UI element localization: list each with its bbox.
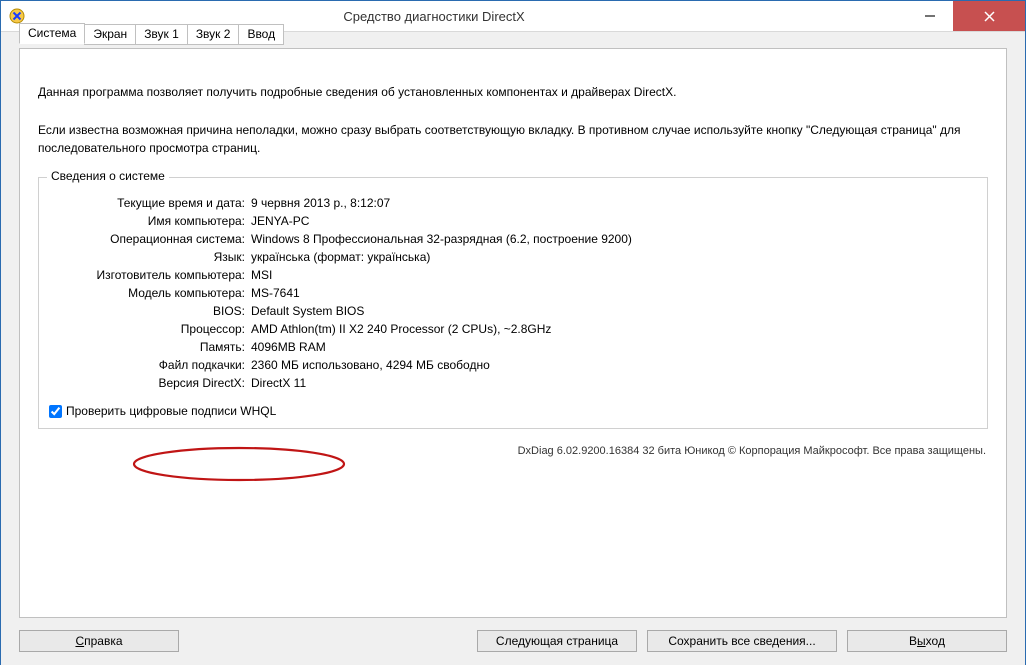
value-pagefile: 2360 МБ использовано, 4294 МБ свободно — [251, 358, 977, 372]
label-computer: Имя компьютера: — [49, 214, 251, 228]
tab-strip: Система Экран Звук 1 Звук 2 Ввод — [19, 23, 283, 44]
label-cpu: Процессор: — [49, 322, 251, 336]
value-bios: Default System BIOS — [251, 304, 977, 318]
label-dxver: Версия DirectX: — [49, 376, 251, 390]
row-dxver: Версия DirectX: DirectX 11 — [49, 376, 977, 390]
tab-system[interactable]: Система — [19, 23, 85, 44]
row-model: Модель компьютера: MS-7641 — [49, 286, 977, 300]
intro-line2: Если известна возможная причина неполадк… — [38, 121, 988, 157]
row-mem: Память: 4096MB RAM — [49, 340, 977, 354]
value-computer: JENYA-PC — [251, 214, 977, 228]
app-icon — [9, 8, 25, 24]
exit-button[interactable]: Выход — [847, 630, 1007, 652]
intro-line1: Данная программа позволяет получить подр… — [38, 83, 988, 101]
row-bios: BIOS: Default System BIOS — [49, 304, 977, 318]
row-computer: Имя компьютера: JENYA-PC — [49, 214, 977, 228]
help-button-rest: правка — [84, 634, 122, 648]
next-page-button[interactable]: Следующая страница — [477, 630, 637, 652]
intro-text: Данная программа позволяет получить подр… — [38, 83, 988, 157]
label-datetime: Текущие время и дата: — [49, 196, 251, 210]
tab-display[interactable]: Экран — [84, 24, 136, 45]
tab-sound1[interactable]: Звук 1 — [135, 24, 188, 45]
label-model: Модель компьютера: — [49, 286, 251, 300]
row-lang: Язык: українська (формат: українська) — [49, 250, 977, 264]
value-manuf: MSI — [251, 268, 977, 282]
row-cpu: Процессор: AMD Athlon(tm) II X2 240 Proc… — [49, 322, 977, 336]
value-model: MS-7641 — [251, 286, 977, 300]
label-os: Операционная система: — [49, 232, 251, 246]
window-title: Средство диагностики DirectX — [31, 9, 907, 24]
tab-content: Данная программа позволяет получить подр… — [38, 83, 988, 457]
value-cpu: AMD Athlon(tm) II X2 240 Processor (2 CP… — [251, 322, 977, 336]
dxdiag-window: Средство диагностики DirectX Система Экр… — [0, 0, 1026, 665]
value-lang: українська (формат: українська) — [251, 250, 977, 264]
value-dxver: DirectX 11 — [251, 376, 977, 390]
minimize-button[interactable] — [907, 1, 953, 31]
tab-panel: Данная программа позволяет получить подр… — [19, 48, 1007, 618]
label-lang: Язык: — [49, 250, 251, 264]
group-title: Сведения о системе — [47, 169, 169, 183]
label-pagefile: Файл подкачки: — [49, 358, 251, 372]
label-bios: BIOS: — [49, 304, 251, 318]
whql-check-label: Проверить цифровые подписи WHQL — [66, 404, 276, 418]
client-area: Система Экран Звук 1 Звук 2 Ввод Данная … — [1, 32, 1025, 665]
row-manuf: Изготовитель компьютера: MSI — [49, 268, 977, 282]
system-info-group: Сведения о системе Текущие время и дата:… — [38, 177, 988, 429]
close-button[interactable] — [953, 1, 1025, 31]
button-bar: Справка Следующая страница Сохранить все… — [19, 630, 1007, 652]
tab-input[interactable]: Ввод — [238, 24, 284, 45]
value-datetime: 9 червня 2013 р., 8:12:07 — [251, 196, 977, 210]
row-os: Операционная система: Windows 8 Професси… — [49, 232, 977, 246]
value-os: Windows 8 Профессиональная 32-разрядная … — [251, 232, 977, 246]
window-controls — [907, 1, 1025, 31]
label-mem: Память: — [49, 340, 251, 354]
row-pagefile: Файл подкачки: 2360 МБ использовано, 429… — [49, 358, 977, 372]
label-manuf: Изготовитель компьютера: — [49, 268, 251, 282]
tab-sound2[interactable]: Звук 2 — [187, 24, 240, 45]
help-button[interactable]: Справка — [19, 630, 179, 652]
footer-copyright: DxDiag 6.02.9200.16384 32 бита Юникод © … — [38, 445, 986, 457]
value-mem: 4096MB RAM — [251, 340, 977, 354]
save-all-button[interactable]: Сохранить все сведения... — [647, 630, 837, 652]
whql-check-row[interactable]: Проверить цифровые подписи WHQL — [49, 404, 977, 418]
row-datetime: Текущие время и дата: 9 червня 2013 р., … — [49, 196, 977, 210]
whql-checkbox[interactable] — [49, 405, 62, 418]
